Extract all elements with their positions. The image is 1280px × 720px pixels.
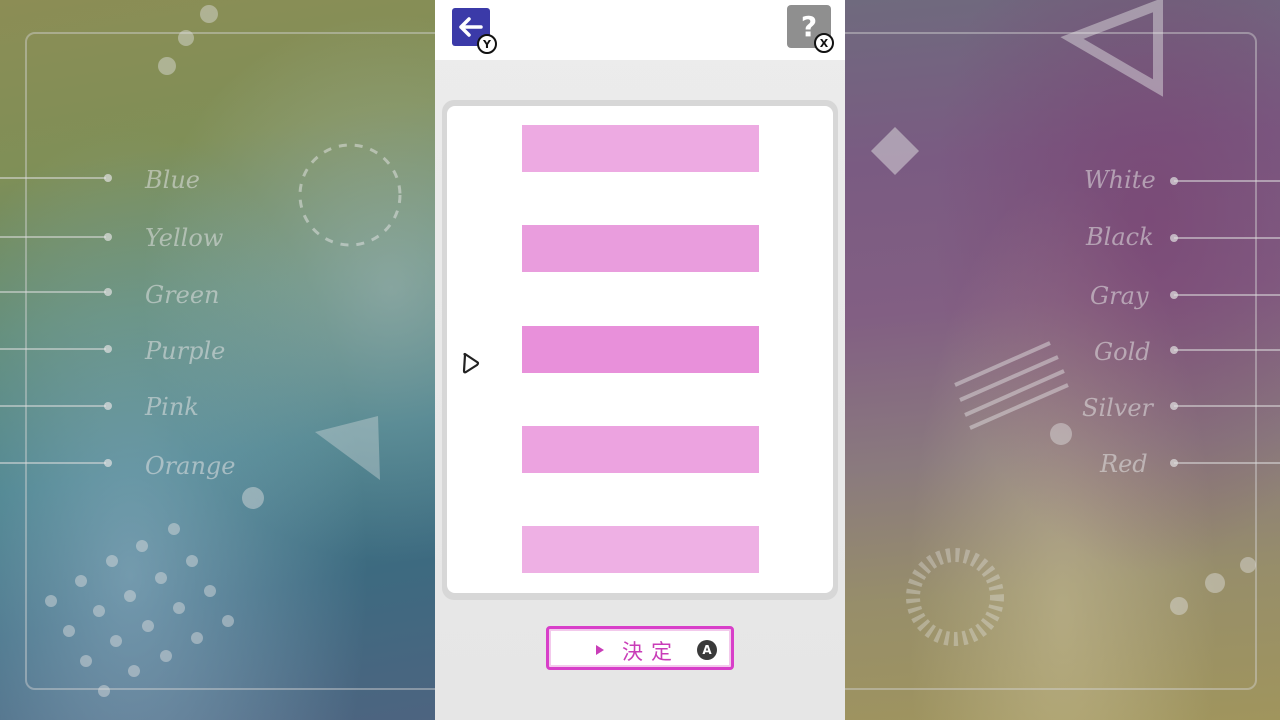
color-line-dot — [104, 288, 112, 296]
color-line — [0, 462, 106, 464]
decor-dot — [178, 30, 194, 46]
decor-dot — [45, 595, 57, 607]
color-label-orange: Orange — [145, 452, 236, 480]
color-label-red: Red — [1100, 450, 1148, 478]
color-line — [1174, 294, 1280, 296]
stripes-decor — [954, 341, 1069, 430]
color-line-dot — [104, 459, 112, 467]
decor-dot — [142, 620, 154, 632]
decor-dot — [200, 5, 218, 23]
decor-dot — [136, 540, 148, 552]
a-button-badge: A — [697, 640, 717, 660]
diamond-decor — [870, 126, 920, 176]
color-label-blue: Blue — [145, 166, 200, 194]
confirm-button[interactable]: 決定 A — [546, 626, 734, 670]
color-line — [0, 177, 106, 179]
color-label-black: Black — [1086, 223, 1154, 251]
decor-dot — [1050, 423, 1072, 445]
decor-dot — [204, 585, 216, 597]
color-line — [0, 405, 106, 407]
decor-dot — [173, 602, 185, 614]
color-line-dot — [104, 174, 112, 182]
color-line-dot — [104, 233, 112, 241]
decor-dot — [1170, 597, 1188, 615]
color-line — [1174, 462, 1280, 464]
decor-dot — [1205, 573, 1225, 593]
color-label-pink: Pink — [145, 393, 199, 421]
color-swatch[interactable] — [522, 526, 759, 573]
decor-dot — [63, 625, 75, 637]
color-swatch[interactable] — [522, 125, 759, 172]
color-line — [1174, 405, 1280, 407]
color-swatch[interactable] — [522, 225, 759, 272]
x-button-badge: X — [814, 33, 834, 53]
swatch-card — [447, 106, 833, 593]
decor-dot — [191, 632, 203, 644]
decor-dot — [160, 650, 172, 662]
decor-dot — [155, 572, 167, 584]
decor-dot — [124, 590, 136, 602]
triangle-decor-right — [1060, 0, 1163, 97]
color-line — [1174, 349, 1280, 351]
color-label-silver: Silver — [1082, 394, 1154, 422]
arrow-left-icon — [459, 17, 483, 37]
decor-dot — [80, 655, 92, 667]
color-label-white: White — [1084, 166, 1156, 194]
center-panel: Y ? X 決定 A — [435, 0, 845, 720]
top-bar: Y ? X — [435, 0, 845, 60]
color-line-dot — [104, 345, 112, 353]
swatch-card-frame — [442, 100, 838, 600]
color-line — [1174, 180, 1280, 182]
color-line — [1174, 237, 1280, 239]
color-line — [0, 236, 106, 238]
color-line — [0, 291, 106, 293]
confirm-label: 決定 — [622, 640, 680, 664]
dashed-circle-decor — [298, 143, 402, 247]
decor-dot — [98, 685, 110, 697]
decor-dot — [168, 523, 180, 535]
triangle-decor-left — [315, 416, 380, 480]
color-label-green: Green — [145, 281, 220, 309]
decor-dot — [93, 605, 105, 617]
decor-dot — [128, 665, 140, 677]
decor-dot — [186, 555, 198, 567]
decor-dot — [242, 487, 264, 509]
play-arrow-icon — [596, 645, 604, 655]
color-line-dot — [104, 402, 112, 410]
color-line — [0, 348, 106, 350]
color-label-gray: Gray — [1090, 282, 1149, 310]
decor-dot — [158, 57, 176, 75]
decor-dot — [75, 575, 87, 587]
color-label-yellow: Yellow — [145, 224, 224, 252]
decor-dot — [1240, 557, 1256, 573]
decor-dot — [106, 555, 118, 567]
y-button-badge: Y — [477, 34, 497, 54]
decor-dot — [222, 615, 234, 627]
color-label-purple: Purple — [145, 337, 226, 365]
hatched-circle-decor — [906, 548, 1004, 646]
selection-cursor-icon — [462, 352, 480, 374]
color-swatch-selected[interactable] — [522, 326, 759, 373]
decor-dot — [110, 635, 122, 647]
color-label-gold: Gold — [1094, 338, 1151, 366]
color-swatch[interactable] — [522, 426, 759, 473]
